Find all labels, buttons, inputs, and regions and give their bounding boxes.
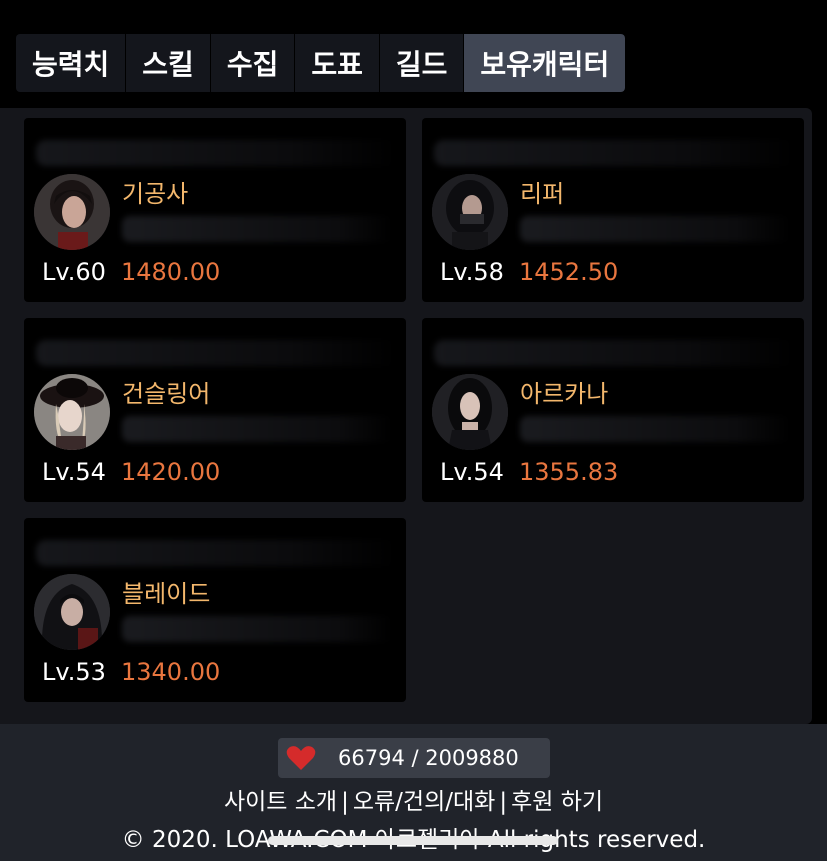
- character-class: 건슬링어: [122, 380, 211, 408]
- tab-charts[interactable]: 도표: [295, 34, 380, 92]
- server-name-blurred: [36, 540, 396, 566]
- donate-link[interactable]: 후원 하기: [511, 789, 603, 815]
- home-indicator[interactable]: [268, 836, 558, 845]
- character-level: Lv.60: [42, 258, 106, 286]
- link-separator: |: [341, 789, 349, 815]
- link-separator: |: [499, 789, 508, 815]
- character-item-level: 1452.50: [519, 258, 619, 286]
- character-list-panel: 기공사 Lv.60 1480.00 리퍼 Lv.58 1452.50 건슬링어 …: [0, 108, 812, 724]
- tab-stats[interactable]: 능력치: [16, 34, 127, 92]
- server-name-blurred: [36, 140, 396, 166]
- server-name-blurred: [434, 140, 794, 166]
- heart-count: 66794 / 2009880: [338, 746, 519, 770]
- about-site-link[interactable]: 사이트 소개: [224, 789, 337, 815]
- character-name-blurred: [520, 416, 790, 442]
- character-name-blurred: [122, 216, 392, 242]
- character-level: Lv.54: [440, 458, 504, 486]
- character-tabs: 능력치 스킬 수집 도표 길드 보유캐릭터: [16, 34, 626, 92]
- character-class: 기공사: [122, 180, 189, 208]
- server-name-blurred: [434, 340, 794, 366]
- character-name-blurred: [122, 616, 392, 642]
- character-avatar: [432, 174, 508, 250]
- character-card[interactable]: 건슬링어 Lv.54 1420.00: [24, 318, 406, 502]
- character-item-level: 1355.83: [519, 458, 619, 486]
- character-class: 아르카나: [520, 380, 609, 408]
- character-item-level: 1420.00: [121, 458, 221, 486]
- heart-counter[interactable]: 66794 / 2009880: [278, 738, 550, 778]
- character-level: Lv.58: [440, 258, 504, 286]
- character-card[interactable]: 리퍼 Lv.58 1452.50: [422, 118, 804, 302]
- character-name-blurred: [520, 216, 790, 242]
- character-name-blurred: [122, 416, 392, 442]
- character-level: Lv.54: [42, 458, 106, 486]
- character-class: 블레이드: [122, 580, 211, 608]
- tab-skills[interactable]: 스킬: [126, 34, 211, 92]
- character-avatar: [34, 174, 110, 250]
- character-item-level: 1480.00: [121, 258, 221, 286]
- character-item-level: 1340.00: [121, 658, 221, 686]
- heart-icon: [286, 746, 316, 770]
- character-avatar: [432, 374, 508, 450]
- footer-links: 사이트 소개 | 오류/건의/대화 | 후원 하기: [0, 782, 827, 816]
- tab-owned-characters[interactable]: 보유캐릭터: [464, 34, 626, 92]
- character-class: 리퍼: [520, 180, 565, 208]
- character-avatar: [34, 374, 110, 450]
- character-card[interactable]: 블레이드 Lv.53 1340.00: [24, 518, 406, 702]
- character-avatar: [34, 574, 110, 650]
- tab-collection[interactable]: 수집: [211, 34, 296, 92]
- server-name-blurred: [36, 340, 396, 366]
- character-card[interactable]: 아르카나 Lv.54 1355.83: [422, 318, 804, 502]
- feedback-link[interactable]: 오류/건의/대화: [353, 789, 495, 815]
- character-card[interactable]: 기공사 Lv.60 1480.00: [24, 118, 406, 302]
- character-level: Lv.53: [42, 658, 106, 686]
- tab-guild[interactable]: 길드: [380, 34, 465, 92]
